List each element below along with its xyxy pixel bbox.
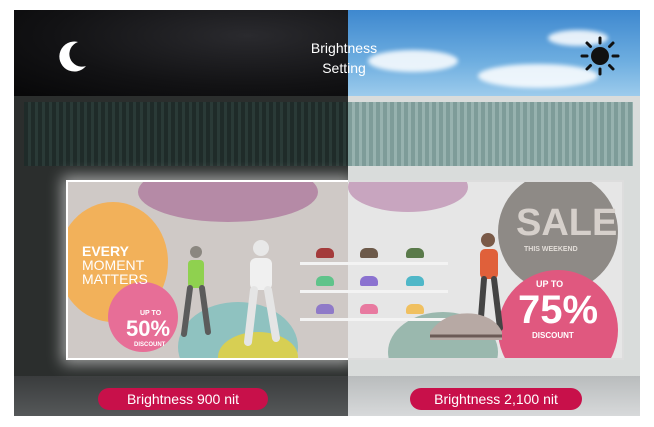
mannequin-figure	[181, 246, 211, 337]
shoe-product	[316, 304, 334, 314]
discount-badge-bottom: DISCOUNT	[134, 342, 166, 348]
moon-icon	[59, 41, 86, 72]
display-blob	[348, 182, 468, 212]
display-shelf	[348, 262, 448, 265]
brightness-label-right: Brightness 2,100 nit	[410, 388, 582, 410]
display-headline-line2: MOMENT	[82, 257, 145, 273]
display-blob	[138, 182, 318, 222]
large-shoe-display	[430, 313, 502, 340]
display-shelf	[348, 290, 448, 293]
mannequin-figure	[244, 240, 280, 346]
shoe-product	[360, 276, 378, 286]
display-shelf	[300, 318, 348, 321]
brightness-comparison-image: EVERY MOMENT MATTERS UP TO 50% DISCOUNT	[14, 10, 640, 416]
sale-headline: SALE	[516, 202, 618, 244]
night-awning	[24, 102, 348, 166]
day-awning	[348, 102, 633, 166]
shoe-product	[406, 304, 424, 314]
title-line2: Setting	[322, 60, 366, 76]
shoe-product	[406, 276, 424, 286]
discount-badge-value: 75%	[518, 288, 599, 332]
day-window-display: SALE THIS WEEKEND UP TO 75% DISCOUNT	[348, 180, 624, 360]
shoe-product	[360, 248, 378, 258]
discount-badge-bottom: DISCOUNT	[532, 331, 574, 340]
display-shelf	[300, 262, 348, 265]
display-shelf	[300, 290, 348, 293]
night-window-display: EVERY MOMENT MATTERS UP TO 50% DISCOUNT	[66, 180, 348, 360]
brightness-label-left: Brightness 900 nit	[98, 388, 268, 410]
shoe-product	[360, 304, 378, 314]
shoe-product	[406, 248, 424, 258]
shoe-product	[316, 276, 334, 286]
display-headline-line1: EVERY	[82, 243, 129, 259]
display-headline-line3: MATTERS	[82, 271, 148, 287]
shoe-product	[316, 248, 334, 258]
sale-subtitle: THIS WEEKEND	[524, 246, 578, 253]
sun-icon	[580, 36, 620, 76]
discount-badge-value: 50%	[126, 316, 171, 341]
title-line1: Brightness	[310, 40, 378, 56]
page-title: Brightness Setting	[298, 38, 390, 78]
